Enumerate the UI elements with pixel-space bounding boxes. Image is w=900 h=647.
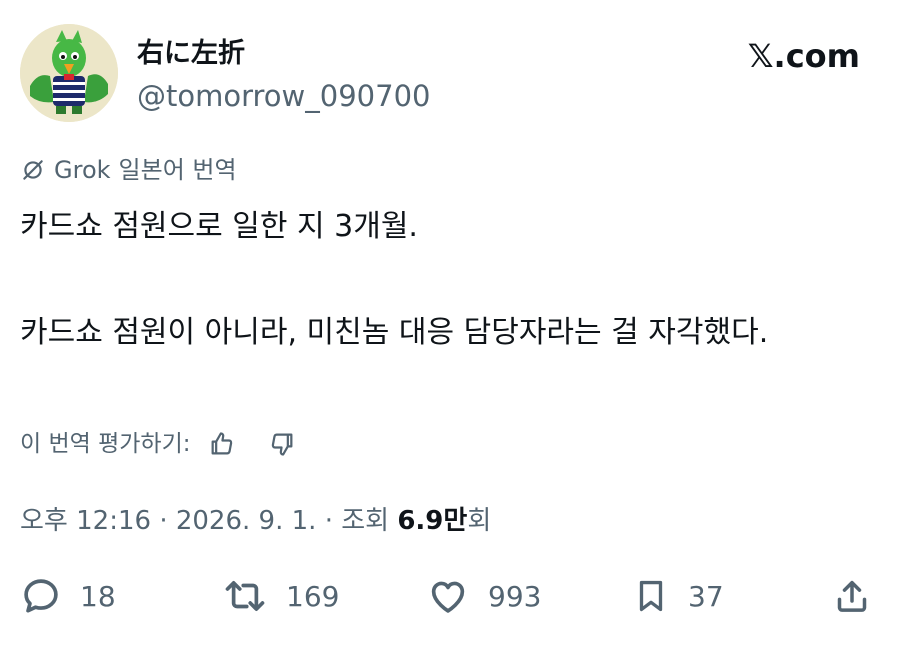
- reply-icon: [20, 575, 62, 617]
- reply-button[interactable]: 18: [20, 574, 116, 618]
- reply-count: 18: [80, 579, 116, 613]
- avatar[interactable]: [20, 24, 118, 122]
- meta-separator: ·: [324, 506, 333, 536]
- views-count: 6.9: [397, 506, 444, 536]
- bookmark-icon: [632, 575, 670, 617]
- bookmark-count: 37: [688, 579, 724, 613]
- green-bird-mascot-avatar-icon: [20, 24, 118, 122]
- translation-note: 일본어 번역: [118, 156, 237, 184]
- tweet-text: 카드쇼 점원으로 일한 지 3개월. 카드쇼 점원이 아니라, 미친놈 대응 담…: [20, 209, 769, 350]
- translation-provider: Grok: [54, 156, 111, 184]
- share-icon: [832, 575, 872, 617]
- tweet-meta: 오후 12:16 · 2026. 9. 1. · 조회 6.9만회: [20, 502, 491, 540]
- user-handle[interactable]: @tomorrow_090700: [137, 78, 430, 114]
- views-suffix: 회: [467, 506, 492, 536]
- thumbs-down-icon[interactable]: [267, 430, 297, 458]
- translation-header: Grok 일본어 번역: [20, 154, 237, 186]
- tweet-date[interactable]: 2026. 9. 1.: [176, 506, 317, 536]
- repost-count: 169: [286, 579, 340, 613]
- thumbs-up-icon[interactable]: [207, 430, 237, 458]
- translation-rating: 이 번역 평가하기:: [20, 428, 297, 460]
- repost-icon: [222, 575, 268, 617]
- tweet-time[interactable]: 오후 12:16: [20, 506, 151, 536]
- repost-button[interactable]: 169: [222, 574, 339, 618]
- rating-label: 이 번역 평가하기:: [20, 431, 191, 457]
- grok-icon: [20, 157, 46, 183]
- views-unit: 만: [443, 506, 468, 536]
- share-button[interactable]: [832, 574, 872, 618]
- like-button[interactable]: 993: [426, 574, 541, 618]
- meta-separator: ·: [159, 506, 168, 536]
- heart-icon: [426, 575, 470, 617]
- bookmark-button[interactable]: 37: [632, 574, 724, 618]
- display-name[interactable]: 右に左折: [137, 38, 245, 70]
- views-label: 조회: [341, 506, 390, 536]
- like-count: 993: [488, 579, 542, 613]
- brand-logo: 𝕏.com: [747, 37, 860, 75]
